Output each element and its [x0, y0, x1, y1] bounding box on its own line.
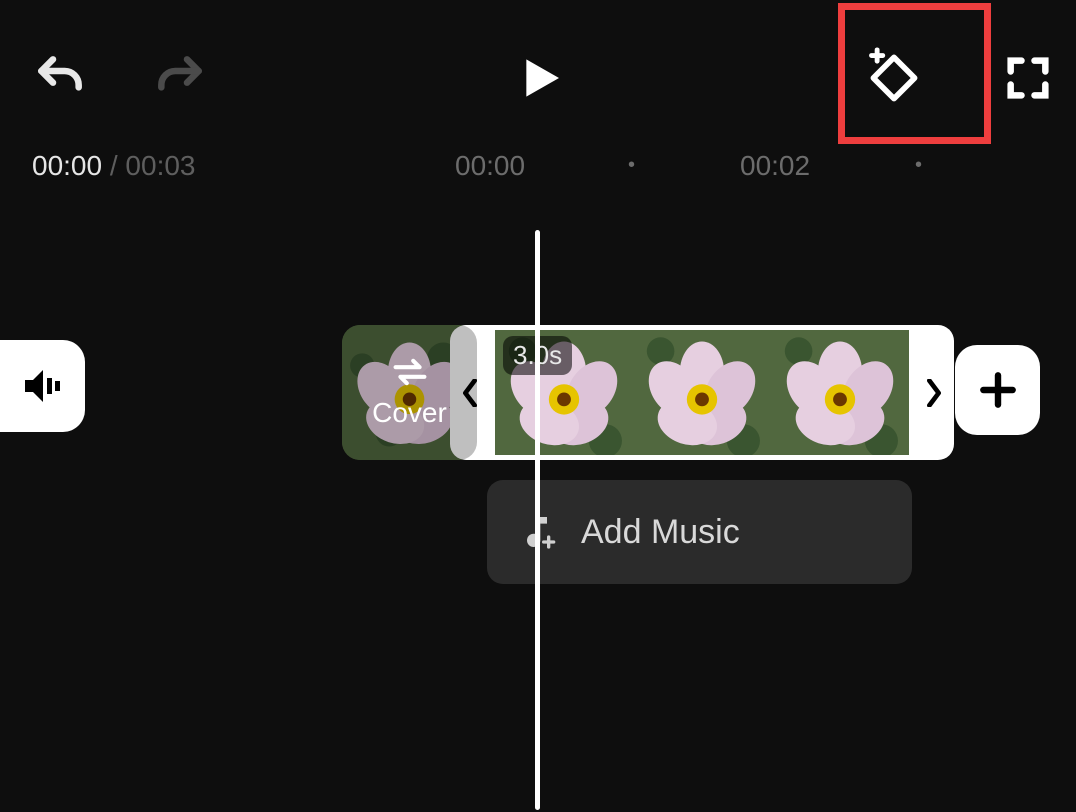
redo-button[interactable]	[150, 48, 210, 108]
time-ruler: 00:00 / 00:03 00:00 • 00:02 •	[0, 150, 1076, 190]
play-icon	[510, 50, 566, 106]
add-music-button[interactable]: Add Music	[487, 480, 912, 584]
cover-label: Cover	[372, 397, 447, 429]
cover-thumbnail[interactable]: Cover	[342, 325, 477, 460]
fullscreen-button[interactable]	[998, 48, 1058, 108]
clip-frame	[633, 330, 771, 455]
ruler-tick: 00:00	[455, 150, 525, 182]
ruler-dot: •	[915, 154, 922, 177]
play-button[interactable]	[508, 48, 568, 108]
total-time: 00:03	[125, 150, 195, 181]
ruler-tick: 00:02	[740, 150, 810, 182]
time-display: 00:00 / 00:03	[32, 150, 196, 182]
clip-frames[interactable]: 3.0s	[490, 325, 914, 460]
top-toolbar	[0, 0, 1076, 150]
timeline-editor: Cover 3.0s Add Music	[0, 190, 1076, 810]
trim-handle-right[interactable]	[914, 325, 954, 460]
volume-button[interactable]	[0, 340, 85, 432]
undo-button[interactable]	[30, 48, 90, 108]
keyframe-add-icon	[864, 46, 924, 110]
plus-icon	[976, 368, 1020, 412]
undo-icon	[32, 50, 88, 106]
add-clip-button[interactable]	[955, 345, 1040, 435]
ruler-dot: •	[628, 154, 635, 177]
chevron-right-icon	[926, 379, 942, 407]
fullscreen-icon	[1002, 52, 1054, 104]
video-clip[interactable]: 3.0s	[450, 325, 954, 460]
swap-icon	[390, 356, 430, 393]
playhead[interactable]	[535, 230, 540, 810]
current-time: 00:00	[32, 150, 102, 181]
clip-frame	[771, 330, 909, 455]
keyframe-button[interactable]	[864, 48, 924, 108]
redo-icon	[152, 50, 208, 106]
volume-icon	[19, 362, 67, 410]
add-music-label: Add Music	[581, 513, 740, 552]
